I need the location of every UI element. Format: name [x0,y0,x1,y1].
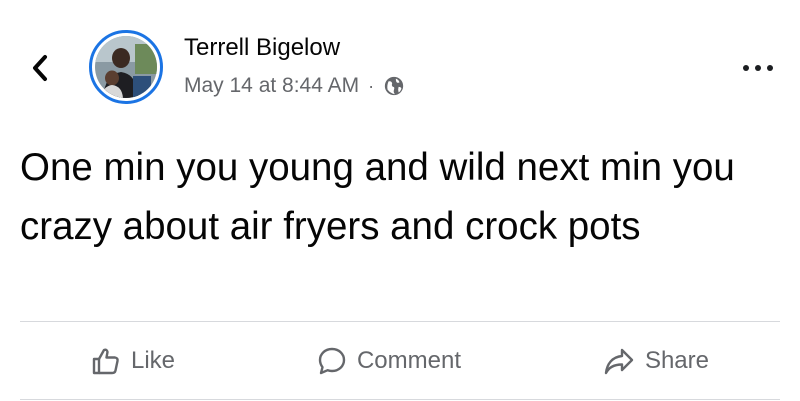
comment-label: Comment [356,346,461,374]
author-name[interactable]: Terrell Bigelow [184,34,340,62]
comment-button[interactable]: Comment [317,346,461,376]
back-button[interactable] [26,50,54,86]
globe-icon[interactable] [383,75,405,97]
more-horizontal-icon-dot [755,65,761,71]
post-text: One min you young and wild next min you … [20,146,735,248]
like-button[interactable]: Like [91,346,175,376]
thumbs-up-icon [92,348,119,374]
share-label: Share [644,346,709,374]
post-actions-bar: Like Comment Share [20,322,780,399]
more-horizontal-icon-dot [767,65,773,71]
share-arrow-icon [604,348,634,374]
meta-separator: · [368,75,375,96]
like-label: Like [130,346,175,374]
comment-bubble-icon [318,347,346,374]
avatar-story-ring[interactable] [89,30,163,104]
post-timestamp[interactable]: May 14 at 8:44 AM [184,74,359,98]
more-options-button[interactable] [736,58,780,78]
divider [20,399,780,400]
post-meta: May 14 at 8:44 AM · [184,74,405,98]
profile-photo [95,36,157,98]
share-button[interactable]: Share [603,346,709,376]
chevron-left-icon [33,55,47,81]
more-horizontal-icon [743,65,749,71]
avatar[interactable] [95,36,157,98]
